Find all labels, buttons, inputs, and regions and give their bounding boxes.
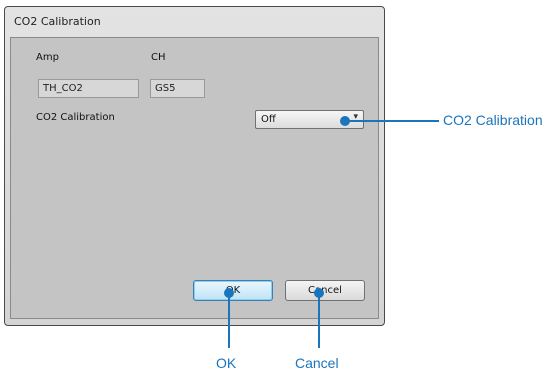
callout-label-calibration: CO2 Calibration [443, 112, 543, 128]
callout-label-cancel: Cancel [295, 355, 339, 371]
callout-line-calibration [345, 120, 439, 122]
dialog-title: CO2 Calibration [14, 15, 101, 28]
title-bar: CO2 Calibration [5, 7, 384, 37]
dialog-body: Amp CH TH_CO2 GS5 CO2 Calibration Off ▾ … [10, 37, 379, 319]
co2-calibration-label: CO2 Calibration [36, 112, 115, 123]
amp-field: TH_CO2 [38, 79, 139, 98]
cancel-button[interactable]: Cancel [285, 280, 365, 301]
callout-label-ok: OK [216, 355, 237, 371]
amp-label: Amp [36, 52, 59, 63]
ch-field: GS5 [150, 79, 205, 98]
callout-line-cancel [318, 292, 320, 348]
ch-label: CH [151, 52, 166, 63]
co2-calibration-dialog: CO2 Calibration Amp CH TH_CO2 GS5 CO2 Ca… [4, 6, 385, 326]
co2-calibration-value: Off [261, 114, 276, 125]
callout-line-ok [228, 292, 230, 348]
